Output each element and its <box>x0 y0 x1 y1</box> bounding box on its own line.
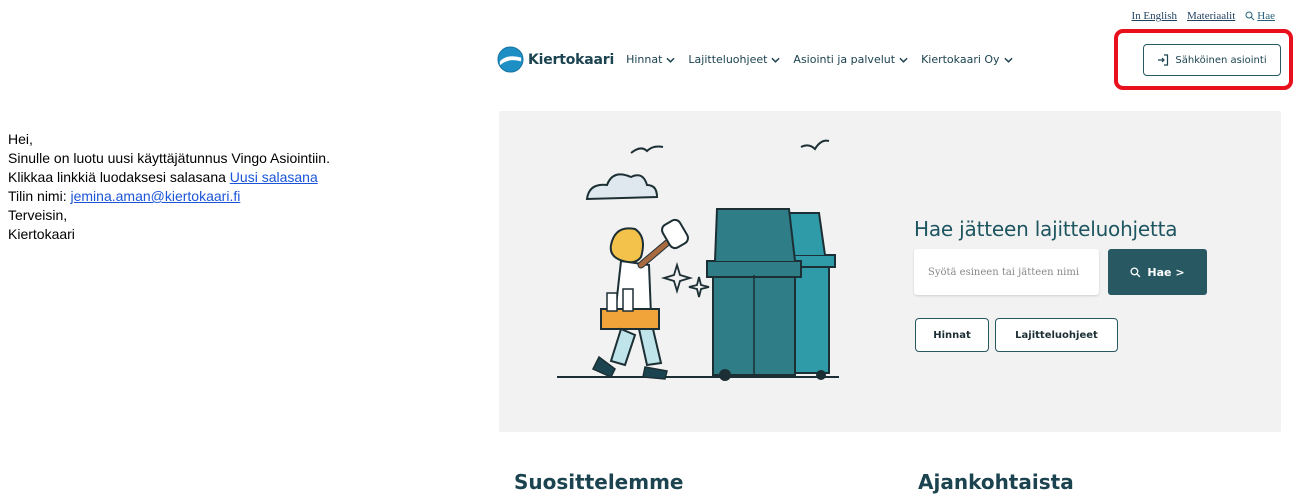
chevron-down-icon <box>899 57 908 63</box>
sorting-search-input[interactable]: Syötä esineen tai jätteen nimi <box>914 249 1099 295</box>
search-button[interactable]: Hae > <box>1108 249 1207 295</box>
nav-item-label: Lajitteluohjeet <box>688 53 768 66</box>
email-signature: Kiertokaari <box>8 226 75 242</box>
recycling-illustration <box>557 139 839 381</box>
search-link[interactable]: Hae <box>1257 10 1275 22</box>
in-english-link[interactable]: In English <box>1131 10 1177 22</box>
account-prefix: Tilin nimi: <box>8 188 71 204</box>
login-icon <box>1158 54 1169 66</box>
hero-title: Hae jätteen lajitteluohjetta <box>914 217 1178 241</box>
quick-link-lajitteluohjeet[interactable]: Lajitteluohjeet <box>995 318 1118 352</box>
email-closing: Terveisin, <box>8 207 68 223</box>
search-icon <box>1245 11 1255 21</box>
email-greeting: Hei, <box>8 131 33 147</box>
brand-logo[interactable]: Kiertokaari <box>497 46 614 73</box>
main-nav: Kiertokaari Hinnat Lajitteluohjeet Asioi… <box>497 46 1026 73</box>
section-title-recommend: Suosittelemme <box>514 470 684 494</box>
section-title-news: Ajankohtaista <box>918 470 1074 494</box>
search-placeholder: Syötä esineen tai jätteen nimi <box>928 266 1080 278</box>
account-email-link[interactable]: jemina.aman@kiertokaari.fi <box>71 188 241 204</box>
nav-item-label: Kiertokaari Oy <box>921 53 1000 66</box>
hero-card: Hae jätteen lajitteluohjetta Syötä esine… <box>499 111 1281 432</box>
nav-item-lajitteluohjeet[interactable]: Lajitteluohjeet <box>688 53 781 66</box>
quick-link-hinnat[interactable]: Hinnat <box>915 318 989 352</box>
kiertokaari-logo-icon <box>497 46 524 73</box>
new-password-link[interactable]: Uusi salasana <box>230 169 318 185</box>
search-button-label: Hae > <box>1147 265 1185 279</box>
nav-item-hinnat[interactable]: Hinnat <box>626 53 676 66</box>
eservice-button[interactable]: Sähköinen asiointi <box>1143 44 1281 76</box>
brand-name: Kiertokaari <box>528 51 615 68</box>
password-prefix: Klikkaa linkkiä luodaksesi salasana <box>8 169 230 185</box>
materials-link[interactable]: Materiaalit <box>1187 10 1235 22</box>
email-line-password: Klikkaa linkkiä luodaksesi salasana Uusi… <box>8 168 330 187</box>
search-icon <box>1130 266 1141 277</box>
email-line-account-created: Sinulle on luotu uusi käyttäjätunnus Vin… <box>8 150 330 166</box>
nav-item-kiertokaari-oy[interactable]: Kiertokaari Oy <box>921 53 1013 66</box>
chevron-down-icon <box>771 57 781 63</box>
utility-links: In English Materiaalit Hae <box>1131 10 1275 22</box>
email-body: Hei, Sinulle on luotu uusi käyttäjätunnu… <box>8 130 330 244</box>
nav-item-label: Asiointi ja palvelut <box>793 53 896 66</box>
nav-item-label: Hinnat <box>626 53 663 66</box>
chevron-down-icon <box>666 57 676 63</box>
email-line-account-name: Tilin nimi: jemina.aman@kiertokaari.fi <box>8 187 330 206</box>
chevron-down-icon <box>1003 57 1013 63</box>
eservice-label: Sähköinen asiointi <box>1175 54 1267 66</box>
utility-search[interactable]: Hae <box>1245 10 1275 22</box>
nav-item-asiointi[interactable]: Asiointi ja palvelut <box>793 53 908 66</box>
